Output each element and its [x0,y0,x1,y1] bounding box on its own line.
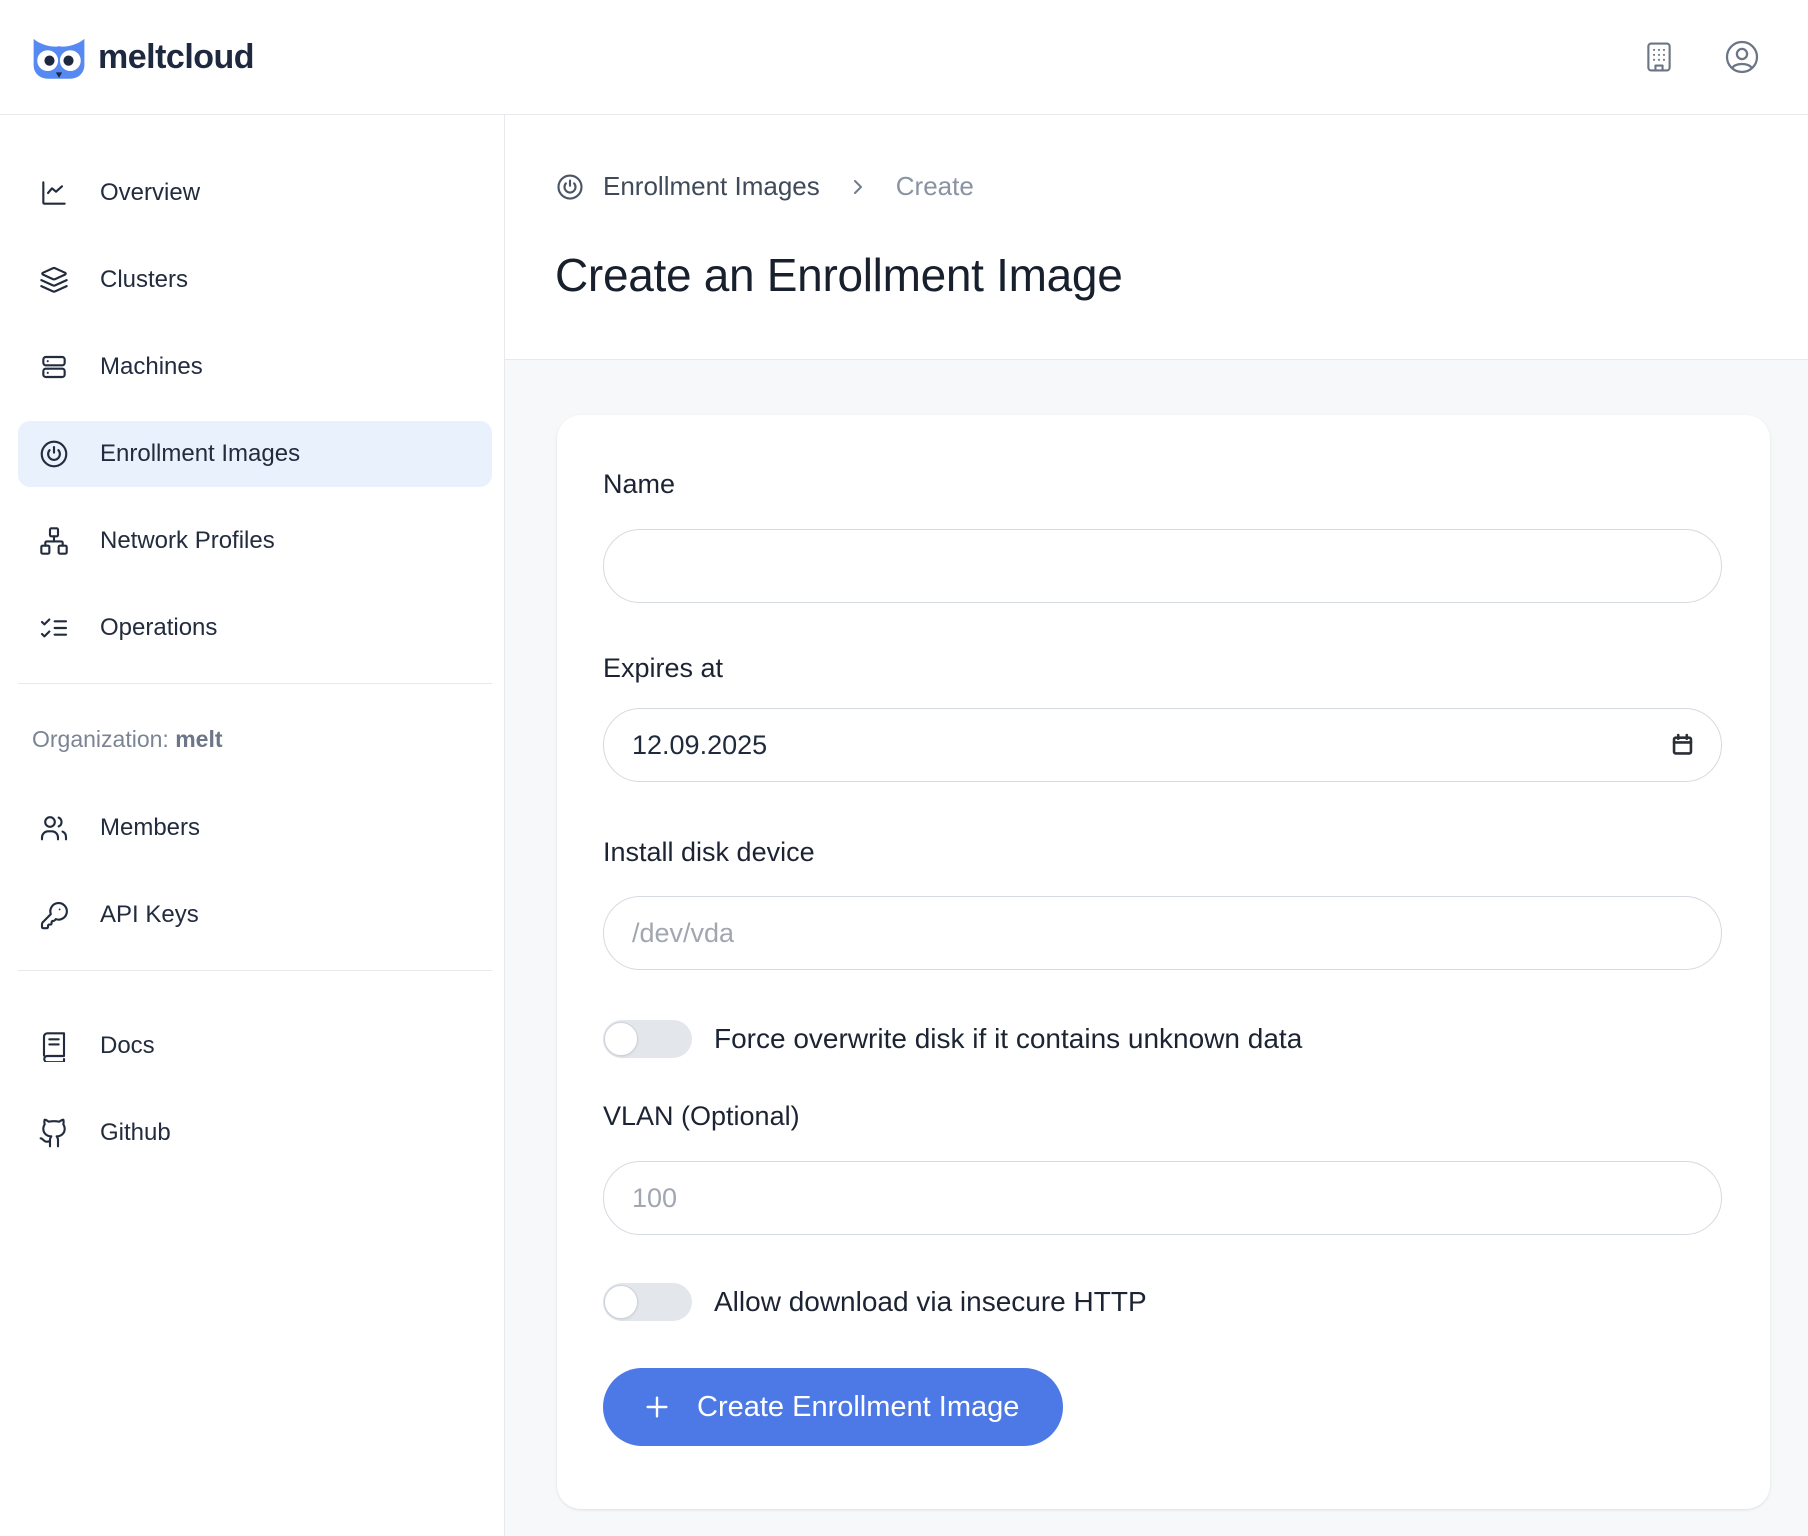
sidebar-divider [18,970,492,971]
sidebar-item-label: Overview [100,179,200,207]
organization-label: Organization: melt [18,726,492,753]
github-icon [38,1117,70,1149]
sidebar-item-api-keys[interactable]: API Keys [18,882,492,948]
sidebar-divider [18,683,492,684]
install-disk-label: Install disk device [603,837,1724,868]
sidebar-item-label: Machines [100,353,203,381]
sidebar-item-label: Github [100,1119,171,1147]
brand-name: meltcloud [98,38,254,77]
sidebar-item-label: Enrollment Images [100,440,300,468]
sidebar-item-label: Docs [100,1032,155,1060]
power-icon [38,438,70,470]
sidebar-item-clusters[interactable]: Clusters [18,247,492,313]
sidebar-item-operations[interactable]: Operations [18,595,492,661]
organization-name: melt [175,726,222,752]
user-circle-icon[interactable] [1724,39,1760,75]
name-label: Name [603,469,1724,500]
list-checks-icon [38,612,70,644]
breadcrumb-enrollment-images[interactable]: Enrollment Images [603,171,820,202]
page-title: Create an Enrollment Image [555,248,1808,302]
sidebar-item-docs[interactable]: Docs [18,1013,492,1079]
brand-logo[interactable]: meltcloud [30,33,254,81]
meltcloud-owl-icon [30,33,88,81]
expires-at-label: Expires at [603,653,1724,684]
app-header: meltcloud [0,0,1808,115]
layers-icon [38,264,70,296]
expires-at-input[interactable] [603,708,1722,782]
breadcrumb: Enrollment Images Create [555,171,1808,202]
sidebar-item-label: API Keys [100,901,199,929]
vlan-label: VLAN (Optional) [603,1101,1724,1132]
create-enrollment-form-card: Name Expires at Install disk de [557,415,1770,1509]
chart-line-icon [38,177,70,209]
force-overwrite-toggle[interactable] [603,1020,692,1058]
sidebar-item-label: Network Profiles [100,527,275,555]
sidebar-item-label: Members [100,814,200,842]
building-icon[interactable] [1642,40,1676,74]
sidebar-item-label: Operations [100,614,217,642]
users-icon [38,812,70,844]
create-button-label: Create Enrollment Image [697,1391,1019,1424]
plus-icon [641,1391,673,1423]
sidebar-item-github[interactable]: Github [18,1100,492,1166]
create-enrollment-image-button[interactable]: Create Enrollment Image [603,1368,1063,1446]
sidebar-item-network-profiles[interactable]: Network Profiles [18,508,492,574]
chevron-right-icon [846,175,870,199]
force-overwrite-label: Force overwrite disk if it contains unkn… [714,1023,1302,1055]
key-icon [38,899,70,931]
servers-icon [38,351,70,383]
book-icon [38,1030,70,1062]
calendar-icon[interactable] [1669,732,1696,759]
sidebar-item-enrollment-images[interactable]: Enrollment Images [18,421,492,487]
name-input[interactable] [603,529,1722,603]
breadcrumb-current: Create [896,171,974,202]
sidebar-item-overview[interactable]: Overview [18,160,492,226]
vlan-input[interactable] [603,1161,1722,1235]
insecure-http-toggle[interactable] [603,1283,692,1321]
sidebar-item-machines[interactable]: Machines [18,334,492,400]
sidebar: Overview Clusters Machines [0,115,505,1536]
insecure-http-label: Allow download via insecure HTTP [714,1286,1147,1318]
power-icon [555,172,585,202]
install-disk-input[interactable] [603,896,1722,970]
sidebar-item-label: Clusters [100,266,188,294]
sidebar-item-members[interactable]: Members [18,795,492,861]
network-icon [38,525,70,557]
